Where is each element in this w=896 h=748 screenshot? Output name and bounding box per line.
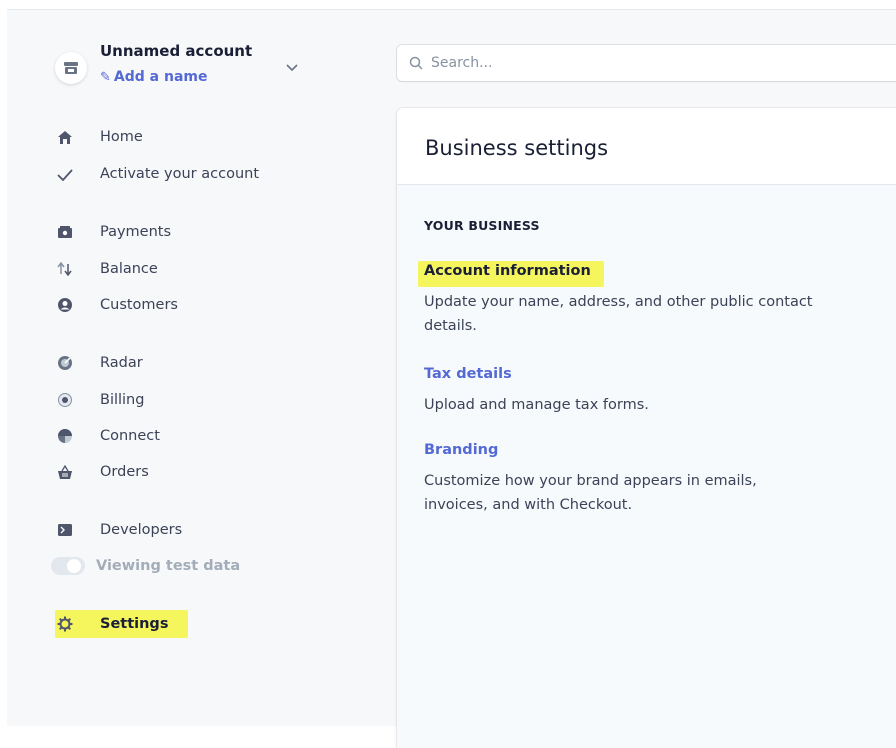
account-information-link[interactable]: Account information [424, 263, 591, 279]
sidebar-item-label: Home [100, 129, 143, 145]
dashboard-app: Unnamed account ✎ Add a name Home Activat… [7, 9, 896, 748]
sidebar-item-developers[interactable]: Developers [55, 519, 182, 541]
sidebar-item-label: Balance [100, 261, 158, 277]
sidebar-item-label: Activate your account [100, 166, 260, 182]
balance-arrows-icon [55, 259, 75, 279]
tax-details-link[interactable]: Tax details [424, 366, 512, 382]
toggle-switch[interactable] [51, 557, 85, 575]
sidebar-item-connect[interactable]: Connect [55, 425, 160, 447]
sidebar-item-label: Customers [100, 297, 178, 313]
sidebar-item-label: Payments [100, 224, 172, 240]
add-name-link[interactable]: ✎ Add a name [100, 69, 207, 85]
pencil-icon: ✎ [100, 70, 111, 85]
connect-icon [55, 426, 75, 446]
radar-icon [55, 353, 75, 373]
sidebar-item-orders[interactable]: Orders [55, 461, 149, 483]
search-icon [409, 56, 423, 70]
check-icon [55, 164, 75, 184]
sidebar-item-label: Settings [100, 616, 169, 632]
sidebar-item-activate[interactable]: Activate your account [55, 163, 259, 185]
billing-icon [55, 390, 75, 410]
store-icon [64, 62, 78, 74]
account-name: Unnamed account [100, 42, 253, 60]
payments-icon [55, 222, 75, 242]
sidebar-item-label: Connect [100, 428, 160, 444]
test-data-toggle[interactable]: Viewing test data [51, 555, 241, 577]
sidebar-item-billing[interactable]: Billing [55, 389, 144, 411]
add-name-label: Add a name [113, 69, 208, 85]
terminal-icon [55, 520, 75, 540]
business-settings-card: Business settings YOUR BUSINESS Account … [397, 108, 896, 748]
chevron-down-icon[interactable] [285, 60, 299, 74]
sidebar-item-customers[interactable]: Customers [55, 294, 178, 316]
search-bar[interactable]: Search... [397, 45, 896, 81]
branding-description: Customize how your brand appears in emai… [424, 473, 757, 513]
account-avatar [55, 52, 87, 84]
sidebar-item-balance[interactable]: Balance [55, 258, 158, 280]
sidebar-item-label: Developers [100, 522, 183, 538]
sidebar-item-label: Viewing test data [96, 558, 241, 574]
sidebar-item-label: Radar [100, 355, 143, 371]
account-switcher[interactable]: Unnamed account ✎ Add a name [55, 42, 298, 96]
section-label: YOUR BUSINESS [424, 218, 540, 233]
home-icon [55, 127, 75, 147]
orders-basket-icon [55, 462, 75, 482]
account-information-description: Update your name, address, and other pub… [424, 294, 813, 334]
page-title: Business settings [425, 136, 609, 160]
sidebar-item-label: Orders [100, 464, 149, 480]
sidebar-item-home[interactable]: Home [55, 126, 143, 148]
sidebar-item-payments[interactable]: Payments [55, 221, 171, 243]
sidebar-item-radar[interactable]: Radar [55, 352, 143, 374]
card-header: Business settings [397, 108, 896, 185]
customer-icon [55, 295, 75, 315]
sidebar-item-settings[interactable]: Settings [55, 613, 168, 635]
gear-icon [55, 614, 75, 634]
sidebar-item-label: Billing [100, 392, 145, 408]
search-input[interactable]: Search... [431, 55, 492, 71]
tax-details-description: Upload and manage tax forms. [424, 397, 649, 413]
branding-link[interactable]: Branding [424, 442, 498, 458]
